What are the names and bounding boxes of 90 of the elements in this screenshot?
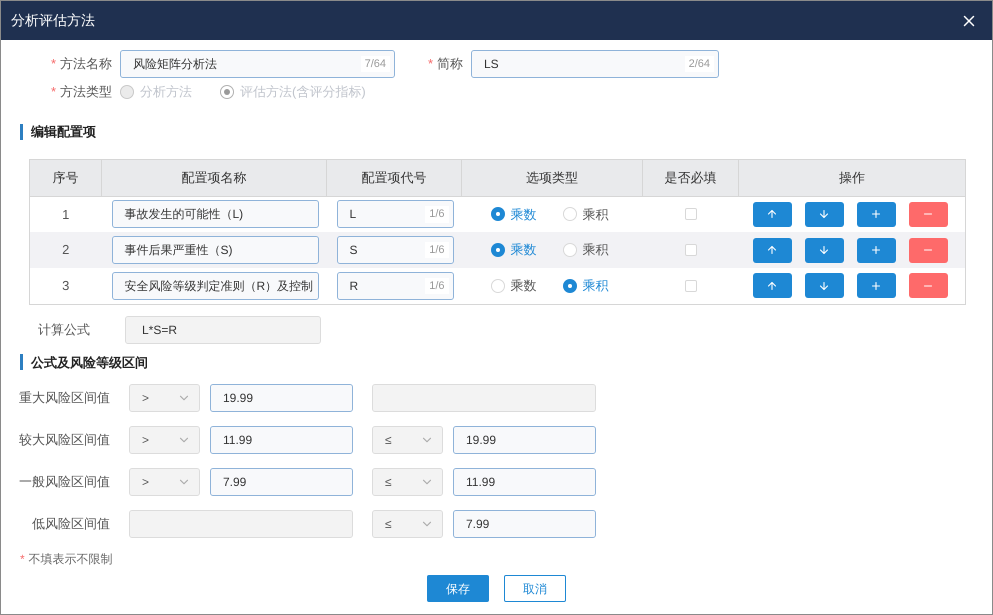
field-label: 方法名称 [60, 55, 112, 74]
column-header: 配置项名称 [102, 159, 326, 196]
add-button[interactable] [856, 202, 896, 227]
save-button[interactable]: 保存 [427, 575, 489, 602]
column-header: 配置项代号 [326, 159, 462, 196]
character-counter: 7/64 [360, 56, 390, 72]
radio-button[interactable] [490, 243, 504, 257]
range-label: 较大风险区间值 [18, 431, 111, 450]
required-marker: * [20, 551, 25, 568]
move-down-button[interactable] [804, 273, 844, 298]
radio-label: 乘积 [582, 206, 608, 224]
radio-button[interactable] [490, 207, 504, 222]
radio-button[interactable] [562, 278, 576, 293]
move-up-button[interactable] [752, 273, 792, 298]
field-label: 计算公式 [37, 320, 91, 339]
arrow-down-icon [818, 244, 830, 256]
required-marker: * [50, 83, 56, 102]
name-field[interactable]: 事件后果严重性（S) [112, 236, 318, 264]
field-label: 方法类型 [60, 83, 112, 102]
table-cell: 2 [30, 232, 102, 268]
required-marker: * [50, 55, 56, 74]
remove-button[interactable] [908, 273, 948, 298]
select-field[interactable]: > [129, 468, 200, 496]
character-counter: 1/6 [425, 278, 448, 294]
radio-label: 乘积 [582, 277, 608, 295]
checkbox[interactable] [684, 244, 696, 256]
name-field[interactable]: 事故发生的可能性（L) [112, 200, 318, 228]
radio-label: 乘数 [510, 241, 536, 260]
cancel-button[interactable]: 取消 [504, 575, 566, 602]
radio-label: 乘积 [582, 241, 608, 260]
code-field[interactable]: R 1/6 [336, 272, 454, 300]
add-button[interactable] [856, 273, 896, 298]
select-field[interactable]: > [129, 426, 200, 454]
arrow-up-icon [766, 244, 778, 256]
section-title: 编辑配置项 [31, 123, 96, 141]
section-marker [20, 124, 23, 140]
column-header: 是否必填 [642, 159, 738, 196]
required-marker: * [428, 55, 433, 74]
remove-button[interactable] [908, 238, 948, 262]
table-cell: 1 [30, 196, 102, 232]
checkbox[interactable] [684, 280, 696, 292]
formula-field[interactable]: L*S=R [125, 316, 321, 344]
checkbox[interactable] [684, 208, 696, 220]
section-marker [20, 354, 23, 370]
input-field[interactable]: 7.99 [210, 468, 353, 496]
move-up-button[interactable] [752, 238, 792, 262]
arrow-up-icon [766, 280, 778, 292]
input-field[interactable]: LS 2/64 [471, 50, 719, 78]
window-title: 分析评估方法 [11, 11, 95, 30]
column-header: 选项类型 [462, 159, 642, 196]
plus-icon [870, 280, 882, 292]
radio-label: 乘数 [510, 206, 536, 224]
select-field[interactable]: > [129, 384, 200, 412]
character-counter: 2/64 [684, 56, 714, 72]
input-field[interactable]: 11.99 [210, 426, 353, 454]
range-label: 低风险区间值 [31, 515, 111, 534]
field-label: 简称 [437, 55, 463, 74]
arrow-down-icon [818, 280, 830, 292]
note-text: 不填表示不限制 [28, 551, 113, 568]
radio-label: 评估方法(含评分指标) [240, 83, 366, 102]
plus-icon [870, 208, 882, 220]
range-label: 重大风险区间值 [18, 389, 111, 408]
add-button[interactable] [856, 238, 896, 262]
radio-label: 乘数 [510, 277, 536, 295]
character-counter: 1/6 [425, 206, 448, 222]
section-title: 公式及风险等级区间 [31, 354, 148, 372]
select-field[interactable]: ≤ [372, 468, 443, 496]
input-field[interactable]: 11.99 [453, 468, 596, 496]
plus-icon [870, 244, 882, 256]
code-field[interactable]: S 1/6 [336, 236, 454, 264]
character-counter: 1/6 [425, 242, 448, 258]
range-label: 一般风险区间值 [18, 473, 111, 492]
column-header: 序号 [30, 159, 102, 196]
remove-button[interactable] [908, 202, 948, 227]
select-field[interactable]: ≤ [372, 510, 443, 538]
input-field[interactable]: 19.99 [210, 384, 353, 412]
arrow-up-icon [766, 208, 778, 220]
select-field[interactable]: ≤ [372, 426, 443, 454]
column-header: 操作 [738, 159, 966, 196]
move-down-button[interactable] [804, 238, 844, 262]
move-down-button[interactable] [804, 202, 844, 227]
move-up-button[interactable] [752, 202, 792, 227]
code-field[interactable]: L 1/6 [336, 200, 454, 228]
name-field[interactable]: 安全风险等级判定准则（R）及控制 [112, 272, 318, 300]
input-field[interactable]: 7.99 [453, 510, 596, 538]
input-field[interactable]: 19.99 [453, 426, 596, 454]
table-cell: 3 [30, 268, 102, 304]
input-field[interactable]: 风险矩阵分析法 7/64 [120, 50, 395, 78]
arrow-down-icon [818, 208, 830, 220]
radio-label: 分析方法 [140, 83, 192, 102]
